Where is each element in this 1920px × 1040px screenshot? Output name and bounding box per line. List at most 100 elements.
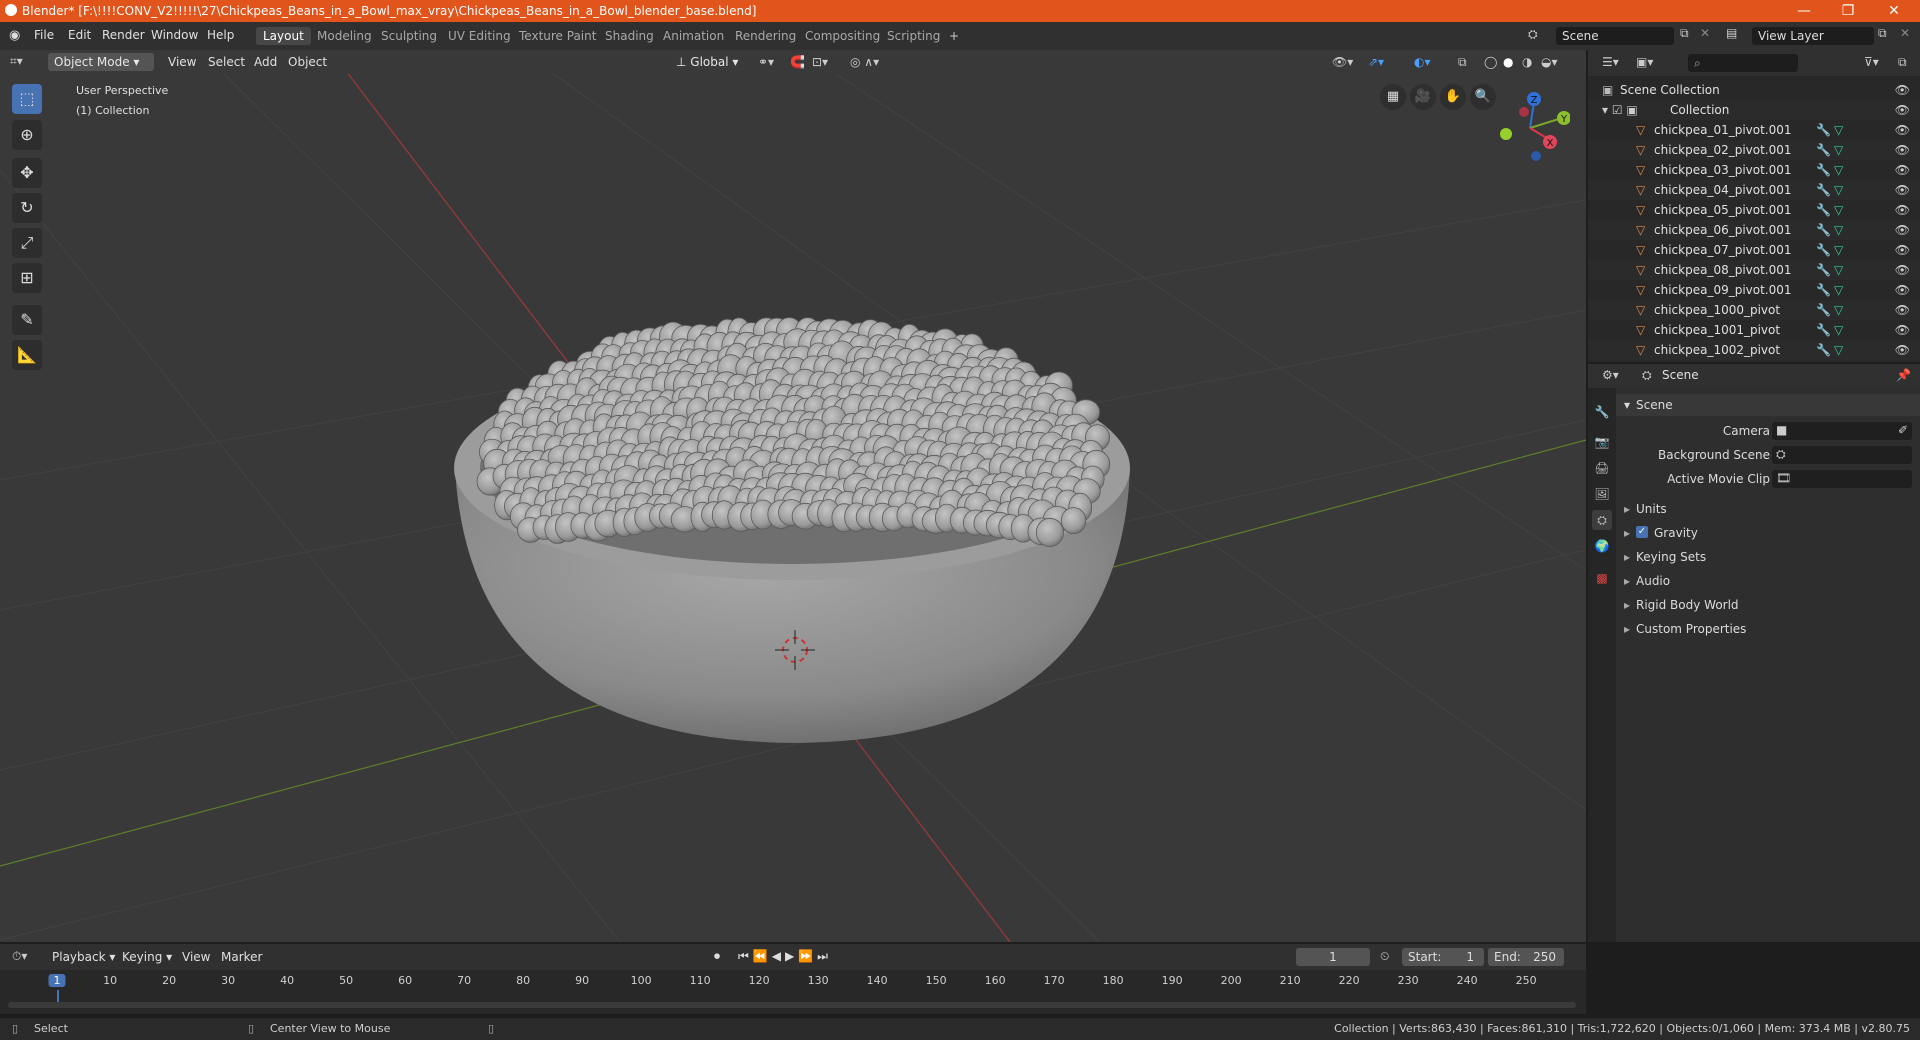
menu-add[interactable]: Add (254, 53, 277, 71)
solid-shading-icon[interactable]: ● (1503, 53, 1513, 71)
visibility-eye-icon[interactable]: 👁 (1895, 220, 1910, 240)
outliner-item[interactable]: ▽ chickpea_1002_pivot 🔧 ▽ 👁 (1588, 340, 1920, 360)
background-scene-field[interactable]: ⛭ (1772, 446, 1912, 464)
view-layer-tab-icon[interactable]: 🖼 (1592, 484, 1612, 504)
scale-tool[interactable]: ⤢ (12, 228, 42, 258)
tab-texture-paint[interactable]: Texture Paint (512, 27, 603, 45)
toggle-grid-icon[interactable]: ▦ (1380, 84, 1406, 110)
outliner-item[interactable]: ▽ chickpea_07_pivot.001 🔧 ▽ 👁 (1588, 240, 1920, 260)
3d-viewport[interactable]: User Perspective (1) Collection ⬚ ⊕ ✥ ↻ … (0, 50, 1586, 942)
outliner-item[interactable]: ▽ chickpea_02_pivot.001 🔧 ▽ 👁 (1588, 140, 1920, 160)
menu-playback[interactable]: Playback ▾ (52, 948, 115, 966)
menu-help[interactable]: Help (207, 28, 234, 42)
display-mode-icon[interactable]: ▣▾ (1636, 55, 1653, 69)
rotate-tool[interactable]: ↻ (12, 193, 42, 223)
delete-scene-icon[interactable]: ✕ (1700, 26, 1710, 40)
timeline-editor-icon[interactable]: ⏱▾ (12, 949, 27, 964)
menu-render[interactable]: Render (102, 28, 145, 42)
visibility-eye-icon[interactable]: 👁 (1895, 280, 1910, 300)
transform-tool[interactable]: ⊞ (12, 263, 42, 293)
tab-animation[interactable]: Animation (656, 27, 731, 45)
outliner-item[interactable]: ▽ chickpea_05_pivot.001 🔧 ▽ 👁 (1588, 200, 1920, 220)
menu-window[interactable]: Window (151, 28, 198, 42)
xray-icon[interactable]: ⧉ (1458, 53, 1467, 71)
filter-icon[interactable]: ⊽▾ (1864, 55, 1879, 69)
timeline[interactable]: 1 10 20 30 40 50 60 70 80 90 100 110 120 130 140 150 160… (0, 970, 1586, 1014)
snap-target-icon[interactable]: ⊡▾ (812, 53, 828, 71)
pin-icon[interactable]: 📌 (1896, 368, 1911, 382)
pivot-icon[interactable]: ⚭▾ (758, 53, 774, 71)
visibility-eye-icon[interactable]: 👁 (1895, 240, 1910, 260)
tab-rendering[interactable]: Rendering (728, 27, 803, 45)
menu-marker[interactable]: Marker (221, 948, 262, 966)
menu-view[interactable]: View (168, 53, 196, 71)
outliner-collection[interactable]: ▾ ☑ ▣ Collection 👁 (1588, 100, 1920, 120)
maximize-button[interactable]: ❐ (1826, 1, 1870, 21)
subpanel-rigid-body-world[interactable]: ▸ Rigid Body World (1616, 594, 1920, 616)
playback-controls[interactable]: ⏮⏪◀▶⏩⏭ (738, 949, 832, 964)
blender-menu-icon[interactable]: ◉ (9, 28, 25, 44)
annotate-tool[interactable]: ✎ (12, 305, 42, 335)
visibility-eye-icon[interactable]: 👁 (1895, 80, 1910, 100)
outliner-search-input[interactable]: ⌕ (1688, 54, 1798, 72)
tool-tab-icon[interactable]: 🔧 (1592, 402, 1612, 422)
tab-modeling[interactable]: Modeling (310, 27, 379, 45)
visibility-eye-icon[interactable]: 👁 (1895, 160, 1910, 180)
cursor-tool[interactable]: ⊕ (12, 120, 42, 150)
snap-icon[interactable]: 🧲 (790, 53, 805, 71)
new-scene-icon[interactable]: ⧉ (1680, 26, 1689, 41)
rendered-shading-icon[interactable]: ◒▾ (1541, 53, 1558, 71)
visibility-eye-icon[interactable]: 👁 (1895, 100, 1910, 120)
properties-editor-icon[interactable]: ⚙▾ (1602, 368, 1619, 382)
outliner-item[interactable]: ▽ chickpea_03_pivot.001 🔧 ▽ 👁 (1588, 160, 1920, 180)
eyedropper-icon[interactable]: ✐ (1898, 419, 1908, 441)
menu-timeline-view[interactable]: View (182, 948, 210, 966)
stopwatch-icon[interactable]: ⏲ (1380, 949, 1389, 964)
tab-scripting[interactable]: Scripting (880, 27, 947, 45)
world-tab-icon[interactable]: 🌍 (1592, 536, 1612, 556)
end-frame-field[interactable]: End: 250 (1488, 948, 1564, 966)
visibility-icon[interactable]: 👁▾ (1332, 53, 1353, 71)
subpanel-units[interactable]: ▸ Units (1616, 498, 1920, 520)
visibility-eye-icon[interactable]: 👁 (1895, 180, 1910, 200)
add-workspace-button[interactable]: + (942, 27, 966, 45)
tab-compositing[interactable]: Compositing (798, 27, 887, 45)
current-frame-field[interactable]: 1 (1296, 948, 1370, 966)
camera-field[interactable]: ■ ✐ (1772, 422, 1912, 440)
subpanel-custom-properties[interactable]: ▸ Custom Properties (1616, 618, 1920, 640)
outliner-item[interactable]: ▽ chickpea_01_pivot.001 🔧 ▽ 👁 (1588, 120, 1920, 140)
subpanel-keying-sets[interactable]: ▸ Keying Sets (1616, 546, 1920, 568)
menu-keying[interactable]: Keying ▾ (122, 948, 172, 966)
wireframe-shading-icon[interactable]: ◯ (1484, 53, 1497, 71)
visibility-eye-icon[interactable]: 👁 (1895, 320, 1910, 340)
tab-uv-editing[interactable]: UV Editing (441, 27, 518, 45)
visibility-eye-icon[interactable]: 👁 (1895, 200, 1910, 220)
texture-tab-icon[interactable]: ▩ (1592, 568, 1612, 588)
outliner-item[interactable]: ▽ chickpea_04_pivot.001 🔧 ▽ 👁 (1588, 180, 1920, 200)
subpanel-gravity[interactable]: ▸ ✓ Gravity (1616, 522, 1920, 544)
proportional-edit-icon[interactable]: ◎ ∧▾ (850, 53, 879, 71)
new-collection-icon[interactable]: ⧉ (1898, 55, 1907, 70)
render-tab-icon[interactable]: 📷 (1592, 432, 1612, 452)
view-layer-icon[interactable]: ▤ (1726, 26, 1737, 40)
new-view-layer-icon[interactable]: ⧉ (1878, 26, 1887, 41)
scene-icon[interactable]: ⛭ (1528, 27, 1538, 42)
navigation-gizmo[interactable]: Z Y X (1490, 84, 1570, 164)
visibility-eye-icon[interactable]: 👁 (1895, 300, 1910, 320)
playhead[interactable] (57, 990, 59, 1002)
tab-layout[interactable]: Layout (256, 27, 311, 45)
camera-view-icon[interactable]: 🎥 (1410, 84, 1436, 110)
visibility-eye-icon[interactable]: 👁 (1895, 140, 1910, 160)
active-movie-clip-field[interactable]: 🎞 (1772, 470, 1912, 488)
record-icon[interactable]: ⏺ (714, 949, 720, 964)
start-frame-field[interactable]: Start: 1 (1402, 948, 1484, 966)
tab-sculpting[interactable]: Sculpting (374, 27, 444, 45)
scene-tab-icon[interactable]: ⛭ (1592, 510, 1612, 530)
visibility-eye-icon[interactable]: 👁 (1895, 260, 1910, 280)
orientation-select[interactable]: ⊥ Global ▾ (670, 53, 746, 71)
outliner-item[interactable]: ▽ chickpea_1000_pivot 🔧 ▽ 👁 (1588, 300, 1920, 320)
scene-panel-header[interactable]: ▾ Scene (1616, 394, 1920, 416)
minimize-button[interactable]: — (1782, 1, 1826, 21)
pan-hand-icon[interactable]: ✋ (1440, 84, 1466, 110)
menu-edit[interactable]: Edit (68, 28, 91, 42)
